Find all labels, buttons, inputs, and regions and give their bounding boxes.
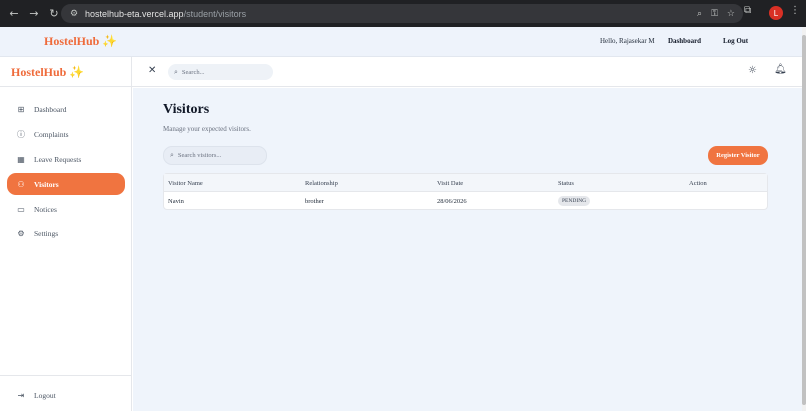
search-icon: ⌕ [174, 67, 178, 76]
visitors-table: Visitor Name Relationship Visit Date Sta… [163, 173, 768, 210]
sidebar-item-label: Dashboard [34, 104, 67, 114]
profile-avatar[interactable]: L [769, 6, 783, 20]
cell-relationship: brother [305, 198, 324, 205]
main-content: Visitors Manage your expected visitors. … [133, 88, 802, 411]
sun-icon[interactable]: ☼ [748, 65, 757, 76]
sidebar-item-visitors[interactable]: ⚇ Visitors [7, 173, 125, 195]
kebab-menu-icon[interactable]: ⋮ [790, 5, 800, 16]
sidebar: HostelHub ✨ ⊞ Dashboard ⓘ Complaints ▦ L… [0, 57, 132, 411]
sidebar-logout-label: Logout [34, 390, 56, 400]
sidebar-logout-button[interactable]: ⇥ Logout [7, 384, 125, 406]
calendar-icon: ▦ [17, 154, 25, 164]
top-navbar: HostelHub ✨ Hello, Rajasekar M Dashboard… [0, 27, 802, 57]
address-bar[interactable]: ⚙ hostelhub-eta.vercel.app/student/visit… [61, 4, 743, 23]
register-visitor-button[interactable]: Register Visitor [708, 146, 768, 165]
greeting-text: Hello, Rajasekar M [600, 37, 655, 45]
column-header: Relationship [305, 180, 338, 187]
message-square-icon: ▭ [17, 204, 25, 214]
url-text: hostelhub-eta.vercel.app/student/visitor… [85, 9, 246, 19]
sidebar-brand-logo[interactable]: HostelHub ✨ [11, 65, 84, 80]
page-scrollbar[interactable] [802, 27, 806, 411]
user-check-icon: ⚇ [17, 179, 25, 189]
status-badge: PENDING [558, 196, 591, 206]
column-header: Action [689, 180, 707, 187]
close-icon[interactable]: ✕ [148, 65, 156, 76]
site-info-icon[interactable]: ⚙ [66, 9, 82, 19]
sidebar-item-label: Complaints [34, 129, 69, 139]
top-dashboard-link[interactable]: Dashboard [668, 37, 701, 45]
bell-icon[interactable]: 🔔︎ [774, 64, 787, 75]
visitor-search-input[interactable]: ⌕ Search visitors... [163, 146, 267, 165]
cell-visit-date: 28/06/2026 [437, 198, 467, 205]
browser-toolbar: ← → ↻ ⚙ hostelhub-eta.vercel.app/student… [0, 0, 806, 27]
page-subtitle: Manage your expected visitors. [163, 125, 251, 133]
main-header: ✕ ⌕ Search... ☼ 🔔︎ [132, 57, 802, 87]
sidebar-item-dashboard[interactable]: ⊞ Dashboard [7, 98, 125, 120]
column-header: Status [558, 180, 574, 187]
top-brand-logo[interactable]: HostelHub ✨ [44, 34, 117, 49]
sidebar-item-label: Leave Requests [34, 154, 82, 164]
sidebar-item-label: Visitors [34, 179, 59, 189]
cell-visitor-name: Navin [168, 198, 184, 205]
sidebar-item-notices[interactable]: ▭ Notices [7, 198, 125, 220]
header-search-placeholder: Search... [181, 68, 205, 76]
extensions-icon[interactable]: ⧉ [744, 5, 751, 16]
top-logout-link[interactable]: Log Out [723, 37, 748, 45]
sidebar-item-label: Settings [34, 228, 59, 238]
url-path: /student/visitors [183, 8, 247, 19]
sidebar-item-settings[interactable]: ⚙ Settings [7, 222, 125, 244]
forward-arrow-icon[interactable]: → [24, 4, 44, 24]
gear-icon: ⚙ [17, 228, 25, 238]
bookmark-star-icon[interactable]: ☆ [727, 9, 735, 19]
zoom-icon[interactable]: ⌕ [697, 9, 702, 19]
sidebar-item-complaints[interactable]: ⓘ Complaints [7, 123, 125, 145]
back-arrow-icon[interactable]: ← [4, 4, 24, 24]
sidebar-item-leave-requests[interactable]: ▦ Leave Requests [7, 148, 125, 170]
column-header: Visit Date [437, 180, 464, 187]
url-host: hostelhub-eta.vercel.app [85, 8, 184, 19]
scrollbar-thumb[interactable] [802, 35, 806, 405]
divider [0, 375, 132, 376]
sidebar-item-label: Notices [34, 204, 57, 214]
page-title: Visitors [163, 102, 210, 117]
alert-circle-icon: ⓘ [17, 129, 25, 139]
header-search-input[interactable]: ⌕ Search... [168, 64, 273, 80]
password-key-icon[interactable]: ⚿ [711, 9, 718, 19]
visitor-search-placeholder: Search visitors... [177, 152, 222, 159]
search-icon: ⌕ [170, 151, 174, 159]
column-header: Visitor Name [168, 180, 203, 187]
grid-icon: ⊞ [17, 104, 25, 114]
logout-icon: ⇥ [17, 390, 25, 400]
table-header: Visitor Name Relationship Visit Date Sta… [164, 174, 767, 192]
divider [0, 86, 132, 87]
